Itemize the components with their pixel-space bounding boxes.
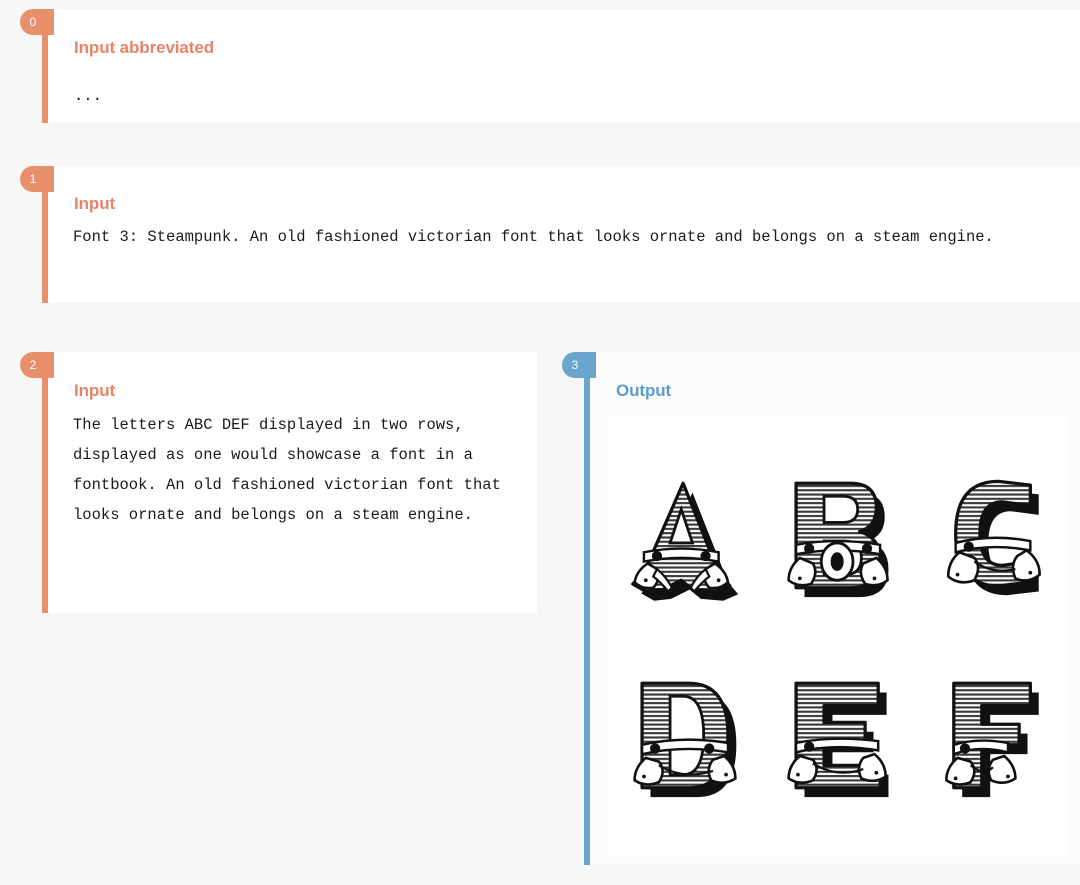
block-body-text: ... <box>74 87 102 105</box>
block-input-prompt: 2 Input The letters ABC DEF displayed in… <box>20 352 537 613</box>
block-panel <box>42 9 1080 123</box>
block-heading: Input <box>74 194 116 213</box>
page-root: 0 Input abbreviated ... 1 Input Font 3: … <box>0 0 1080 885</box>
letter-cell-E <box>762 642 916 842</box>
badge-cap <box>48 166 54 192</box>
letter-grid <box>608 442 1070 842</box>
block-index-badge[interactable]: 0 <box>20 9 48 35</box>
letter-cell-C <box>916 442 1070 642</box>
block-input-abbreviated: 0 Input abbreviated ... <box>20 9 1080 123</box>
output-image[interactable] <box>608 416 1070 856</box>
block-rail <box>42 352 48 613</box>
badge-cap <box>48 9 54 35</box>
letter-cell-B <box>762 442 916 642</box>
letter-cell-F <box>916 642 1070 842</box>
letter-cell-D <box>608 642 762 842</box>
block-heading: Input <box>74 381 116 400</box>
glyph-A-icon <box>631 481 739 601</box>
letter-cell-A <box>608 442 762 642</box>
glyph-B-icon <box>787 481 889 598</box>
glyph-D-icon <box>633 681 737 798</box>
block-heading: Output <box>616 381 672 400</box>
glyph-F-icon <box>945 681 1039 798</box>
glyph-C-icon <box>946 479 1041 596</box>
block-body-text: Font 3: Steampunk. An old fashioned vict… <box>73 228 994 246</box>
block-index-badge[interactable]: 2 <box>20 352 48 378</box>
block-index-badge[interactable]: 1 <box>20 166 48 192</box>
block-output: 3 Output <box>562 352 1080 865</box>
block-input-font-description: 1 Input Font 3: Steampunk. An old fashio… <box>20 166 1080 303</box>
block-body-text: The letters ABC DEF displayed in two row… <box>73 416 511 524</box>
badge-cap <box>590 352 596 378</box>
block-rail <box>584 352 590 865</box>
badge-cap <box>48 352 54 378</box>
glyph-E-icon <box>787 681 889 798</box>
block-heading: Input abbreviated <box>74 38 214 57</box>
block-index-badge[interactable]: 3 <box>562 352 590 378</box>
